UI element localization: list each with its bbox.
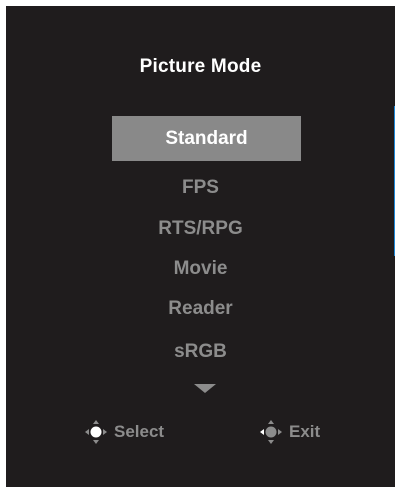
exit-hint: Exit xyxy=(259,418,320,446)
menu-item-standard[interactable]: Standard xyxy=(112,116,301,161)
triangle-down-icon[interactable] xyxy=(194,384,216,393)
menu-title: Picture Mode xyxy=(139,56,262,77)
menu-item-srgb[interactable]: sRGB xyxy=(6,340,395,364)
menu-item-rts-rpg[interactable]: RTS/RPG xyxy=(6,217,395,241)
menu-item-movie[interactable]: Movie xyxy=(6,257,395,281)
menu-item-fps[interactable]: FPS xyxy=(6,176,395,200)
menu-item-reader[interactable]: Reader xyxy=(6,297,395,321)
osd-menu: Picture Mode Standard FPS RTS/RPG Movie … xyxy=(6,6,395,487)
joystick-left-icon xyxy=(260,420,282,444)
joystick-press-icon xyxy=(85,420,107,444)
select-label: Select xyxy=(114,422,165,441)
exit-label: Exit xyxy=(289,422,321,441)
select-hint: Select xyxy=(84,418,164,446)
